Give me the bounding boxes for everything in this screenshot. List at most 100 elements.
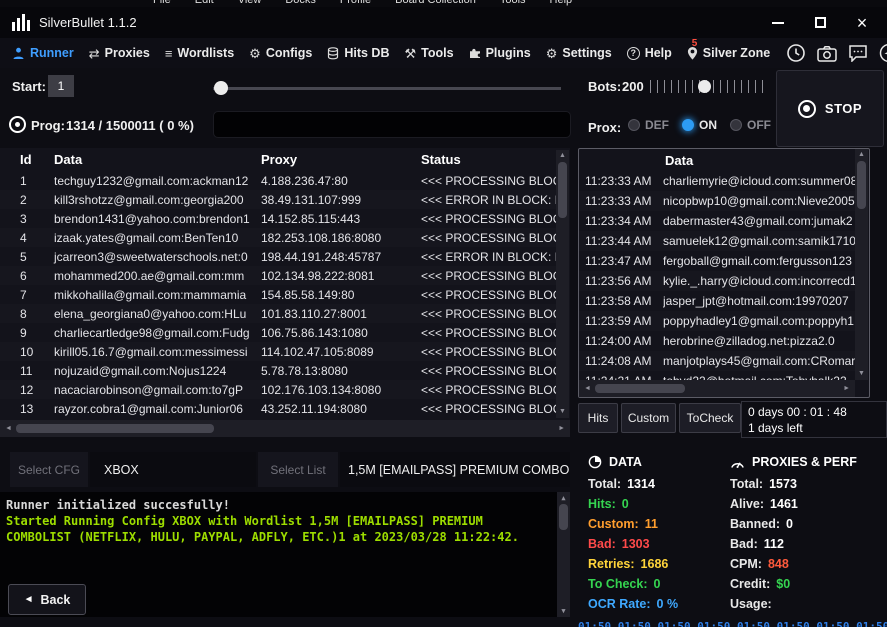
radio-dot-icon (628, 119, 640, 131)
start-input[interactable]: 1 (48, 75, 74, 97)
scroll-down-icon[interactable]: ▼ (561, 607, 565, 615)
activity-row[interactable]: 11:23:47 AMfergoball@gmail.com:fergusson… (579, 251, 855, 271)
scroll-right-icon[interactable]: ► (558, 425, 565, 433)
runner-table-row[interactable]: 8elena_georgiana0@yahoo.com:HLu101.83.11… (0, 304, 556, 323)
runner-table-row[interactable]: 12nacaciarobinson@gmail.com:to7gP102.176… (0, 380, 556, 399)
runner-table-row[interactable]: 3brendon1431@yahoo.com:brendon114.152.85… (0, 209, 556, 228)
column-header-status[interactable]: Status (413, 152, 570, 167)
proxy-mode-on[interactable]: ON (682, 118, 717, 132)
log-vscrollbar[interactable]: ▲ ▼ (557, 492, 570, 617)
back-button[interactable]: ◄ Back (8, 584, 86, 615)
menu-item-view[interactable]: View (238, 0, 262, 6)
runner-table-cell: nacaciarobinson@gmail.com:to7gP (46, 383, 253, 397)
nav-tab-tools[interactable]: ⚒ Tools (405, 46, 454, 60)
menu-item-docks[interactable]: Docks (285, 0, 316, 6)
proxy-mode-off[interactable]: OFF (730, 118, 771, 132)
nav-tab-settings[interactable]: ⚙ Settings (546, 46, 612, 60)
config-value-field[interactable]: XBOX (90, 452, 256, 487)
scroll-left-icon[interactable]: ◄ (5, 425, 12, 433)
activity-row[interactable]: 11:23:59 AMpoppyhadley1@gmail.com:poppyh… (579, 311, 855, 331)
column-header-id[interactable]: Id (12, 152, 46, 167)
maximize-button[interactable] (811, 14, 829, 32)
stat-value: 1461 (770, 497, 798, 511)
nav-tab-runner[interactable]: Runner (12, 46, 74, 60)
scroll-down-icon[interactable]: ▼ (858, 370, 865, 378)
nav-tab-wordlists[interactable]: ≡ Wordlists (165, 46, 234, 60)
runner-table-row[interactable]: 4izaak.yates@gmail.com:BenTen10182.253.1… (0, 228, 556, 247)
menu-item-edit[interactable]: Edit (195, 0, 214, 6)
scroll-down-icon[interactable]: ▼ (559, 408, 566, 416)
wordlist-value-field[interactable]: 1,5M [EMAILPASS] PREMIUM COMBOLIST (N (340, 452, 570, 487)
runner-table-row[interactable]: 7mikkohalila@gmail.com:mammamia154.85.58… (0, 285, 556, 304)
stop-button[interactable]: STOP (776, 70, 884, 147)
activity-time: 11:23:58 AM (585, 294, 663, 308)
runner-table-row[interactable]: 9charliecartledge98@gmail.com:Fudg106.75… (0, 323, 556, 342)
tab-custom[interactable]: Custom (621, 403, 676, 433)
chat-icon[interactable] (847, 42, 869, 64)
activity-row[interactable]: 11:23:33 AMnicopbwp10@gmail.com:Nieve200… (579, 191, 855, 211)
activity-row[interactable]: 11:24:21 AMtobyd22@hotmail.com:Tobyhalk2… (579, 371, 855, 380)
nav-tab-help[interactable]: ? Help (627, 46, 672, 60)
runner-table-row[interactable]: 1techguy1232@gmail.com:ackman124.188.236… (0, 171, 556, 190)
activity-row[interactable]: 11:23:44 AMsamuelek12@gmail.com:samik171… (579, 231, 855, 251)
nav-tab-proxies[interactable]: ⇄ Proxies (89, 46, 150, 60)
runner-table-cell: <<< PROCESSING BLOCK (413, 231, 556, 245)
column-header-data[interactable]: Data (46, 152, 253, 167)
scroll-right-icon[interactable]: ► (843, 385, 850, 393)
runner-table-vscrollbar[interactable]: ▲ ▼ (556, 150, 569, 418)
activity-column-header[interactable]: Data (579, 149, 869, 171)
activity-row[interactable]: 11:23:56 AMkylie._.harry@icloud.com:inco… (579, 271, 855, 291)
minimize-button[interactable] (769, 14, 787, 32)
nav-tab-plugins[interactable]: Plugins (469, 46, 531, 60)
activity-row[interactable]: 11:23:34 AMdabermaster43@gmail.com:jumak… (579, 211, 855, 231)
nav-tab-configs[interactable]: ⚙ Configs (249, 46, 312, 60)
runner-table-hscrollbar[interactable]: ◄ ► (0, 420, 570, 437)
tab-hits[interactable]: Hits (578, 403, 618, 433)
history-clock-icon[interactable] (785, 42, 807, 64)
select-cfg-button[interactable]: Select CFG (10, 452, 88, 487)
runner-table-row[interactable]: 5jcarreon3@sweetwaterschools.net:0198.44… (0, 247, 556, 266)
activity-row[interactable]: 11:24:00 AMherobrine@zilladog.net:pizza2… (579, 331, 855, 351)
tab-tocheck[interactable]: ToCheck (679, 403, 741, 433)
runner-table-row[interactable]: 13rayzor.cobra1@gmail.com:Junior0643.252… (0, 399, 556, 418)
close-button[interactable]: × (853, 14, 871, 32)
runner-table-row[interactable]: 11nojuzaid@gmail.com:Nojus12245.78.78.13… (0, 361, 556, 380)
scrollbar-thumb[interactable] (857, 161, 866, 209)
scroll-left-icon[interactable]: ◄ (584, 385, 591, 393)
start-slider-handle[interactable] (214, 81, 228, 95)
column-header-proxy[interactable]: Proxy (253, 152, 413, 167)
proxy-mode-def[interactable]: DEF (628, 118, 669, 132)
progress-ring-icon (9, 116, 26, 133)
proxy-stats-header: PROXIES & PERF (730, 450, 887, 474)
scroll-up-icon[interactable]: ▲ (858, 151, 865, 159)
menu-item-profile[interactable]: Profile (340, 0, 371, 6)
select-list-button[interactable]: Select List (258, 452, 338, 487)
scrollbar-thumb[interactable] (16, 424, 214, 433)
scrollbar-thumb[interactable] (558, 162, 567, 218)
activity-data: samuelek12@gmail.com:samik1710 (663, 234, 855, 248)
menu-item-board-collection[interactable]: Board Collection (395, 0, 476, 6)
activity-row[interactable]: 11:24:08 AMmanjotplays45@gmail.com:CRoma… (579, 351, 855, 371)
activity-hscrollbar[interactable]: ◄ ► (579, 380, 855, 397)
runner-table-row[interactable]: 10kirill05.16.7@gmail.com:messimessi114.… (0, 342, 556, 361)
runner-table-row[interactable]: 2kill3rshotzz@gmail.com:georgia20038.49.… (0, 190, 556, 209)
scrollbar-thumb[interactable] (595, 384, 685, 393)
activity-row[interactable]: 11:23:33 AMcharliemyrie@icloud.com:summe… (579, 171, 855, 191)
menu-item-help[interactable]: Help (550, 0, 573, 6)
camera-icon[interactable] (816, 42, 838, 64)
scrollbar-thumb[interactable] (559, 504, 568, 530)
stat-row: Bad:112 (730, 534, 887, 554)
runner-table-row[interactable]: 6mohammed200.ae@gmail.com:mm102.134.98.2… (0, 266, 556, 285)
activity-row[interactable]: 11:23:58 AMjasper_jpt@hotmail.com:199702… (579, 291, 855, 311)
activity-data: jasper_jpt@hotmail.com:19970207 (663, 294, 855, 308)
start-slider-track[interactable] (213, 87, 561, 90)
nav-tab-silver-zone[interactable]: 5 Silver Zone (687, 46, 770, 60)
scroll-up-icon[interactable]: ▲ (559, 152, 566, 160)
nav-tab-hits-db[interactable]: Hits DB (327, 46, 389, 60)
send-telegram-icon[interactable] (878, 42, 887, 64)
bots-slider-handle[interactable] (698, 80, 711, 93)
scroll-up-icon[interactable]: ▲ (561, 494, 565, 502)
menu-item-file[interactable]: File (153, 0, 171, 6)
menu-item-tools[interactable]: Tools (500, 0, 526, 6)
activity-vscrollbar[interactable]: ▲ ▼ (855, 149, 868, 380)
